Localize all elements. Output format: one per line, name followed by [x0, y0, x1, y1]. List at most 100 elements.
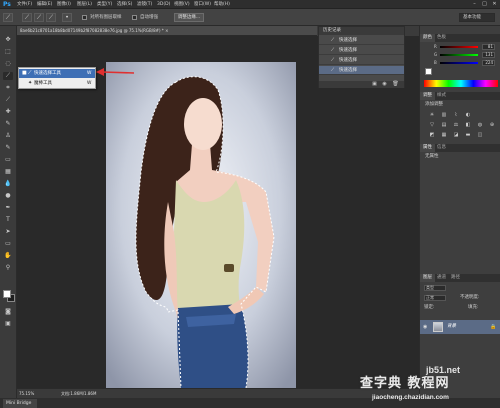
type-tool-icon[interactable]: T — [3, 216, 13, 224]
marquee-tool-icon[interactable]: ⬚ — [3, 48, 13, 56]
snapshot-icon[interactable]: ◉ — [381, 81, 388, 88]
zoom-tool-icon[interactable]: ⚲ — [3, 264, 13, 272]
eraser-tool-icon[interactable]: ▭ — [3, 156, 13, 164]
lasso-tool-icon[interactable]: ◌ — [3, 60, 13, 68]
current-color-swatch[interactable] — [425, 68, 432, 75]
slider-green[interactable]: G 131 — [434, 52, 500, 58]
new-document-from-state-icon[interactable]: ▣ — [371, 81, 378, 88]
selective-color-icon[interactable]: ◫ — [476, 132, 484, 139]
hand-tool-icon[interactable]: ✋ — [3, 252, 13, 260]
slider-track[interactable] — [440, 46, 478, 48]
screen-mode-icon[interactable]: ▣ — [3, 320, 13, 328]
tab-styles[interactable]: 样式 — [434, 92, 449, 100]
new-selection-brush-icon[interactable]: ⟋ — [22, 13, 32, 22]
tab-properties[interactable]: 属性 — [420, 144, 435, 152]
slider-track[interactable] — [440, 62, 478, 64]
layer-row-background[interactable]: ◉ 背景 🔒 — [420, 320, 500, 334]
dodge-tool-icon[interactable]: ● — [3, 192, 13, 200]
auto-enhance-checkbox[interactable] — [132, 15, 137, 20]
history-item[interactable]: ⟋ 快速选择 — [319, 36, 404, 45]
menu-layer[interactable]: 图层(L) — [77, 1, 92, 8]
exposure-icon[interactable]: ◐ — [464, 112, 472, 119]
workspace-select[interactable]: 基本功能 — [459, 13, 495, 22]
trash-icon[interactable]: 🗑 — [392, 81, 399, 88]
brush-picker-icon[interactable]: • — [62, 13, 72, 22]
mini-bridge-tab[interactable]: Mini Bridge — [3, 399, 37, 408]
photo-filter-icon[interactable]: ◍ — [476, 122, 484, 129]
slider-blue[interactable]: B 224 — [434, 60, 500, 66]
healing-brush-tool-icon[interactable]: ✚ — [3, 108, 13, 116]
history-brush-tool-icon[interactable]: ✎ — [3, 144, 13, 152]
menu-select[interactable]: 选择(S) — [117, 1, 132, 8]
pen-tool-icon[interactable]: ✒ — [3, 204, 13, 212]
tab-color[interactable]: 颜色 — [420, 34, 435, 42]
menu-edit[interactable]: 编辑(E) — [37, 1, 52, 8]
quick-selection-tool-icon[interactable]: ⟋ — [3, 72, 13, 80]
menu-file[interactable]: 文件(F) — [17, 1, 32, 8]
menu-view[interactable]: 视图(V) — [174, 1, 190, 8]
curves-icon[interactable]: ⌇ — [452, 112, 460, 119]
invert-icon[interactable]: ◩ — [428, 132, 436, 139]
quick-selection-tool-icon[interactable]: ⟋ — [3, 13, 13, 22]
red-value[interactable]: 81 — [482, 44, 495, 50]
sample-all-layers-checkbox[interactable] — [82, 15, 87, 20]
close-button[interactable]: ✕ — [490, 1, 499, 8]
brush-tool-icon[interactable]: ✎ — [3, 120, 13, 128]
history-item-active[interactable]: ⟋ 快速选择 — [319, 66, 404, 75]
zoom-level[interactable]: 75.15% — [19, 391, 34, 397]
document-info[interactable]: 文档:1.86M/1.86M — [61, 391, 96, 397]
shape-tool-icon[interactable]: ▭ — [3, 240, 13, 248]
channel-mixer-icon[interactable]: ⊕ — [488, 122, 496, 129]
vibrance-icon[interactable]: ▽ — [428, 122, 436, 129]
history-item[interactable]: ⟋ 快速选择 — [319, 46, 404, 55]
foreground-color-swatch[interactable] — [3, 290, 11, 298]
gradient-tool-icon[interactable]: ▦ — [3, 168, 13, 176]
menu-image[interactable]: 图像(I) — [57, 1, 71, 8]
slider-track[interactable] — [440, 54, 478, 56]
refine-edge-button[interactable]: 调整边缘... — [174, 13, 204, 22]
maximize-button[interactable]: □ — [480, 1, 489, 8]
fill-label: 填充: — [468, 305, 479, 310]
tab-info[interactable]: 信息 — [434, 144, 449, 152]
color-spectrum-bar[interactable] — [424, 80, 498, 87]
add-to-selection-brush-icon[interactable]: ⟋ — [34, 13, 44, 22]
move-tool-icon[interactable]: ✥ — [3, 36, 13, 44]
levels-icon[interactable]: ▥ — [440, 112, 448, 119]
path-selection-tool-icon[interactable]: ➤ — [3, 228, 13, 236]
threshold-icon[interactable]: ◪ — [452, 132, 460, 139]
menu-filter[interactable]: 滤镜(T) — [137, 1, 152, 8]
tab-adjustments[interactable]: 调整 — [420, 92, 435, 100]
crop-tool-icon[interactable]: ⌗ — [3, 84, 13, 92]
hue-saturation-icon[interactable]: ▤ — [440, 122, 448, 129]
blur-tool-icon[interactable]: 💧 — [3, 180, 13, 188]
layer-filter-kind[interactable]: 类型 — [424, 285, 446, 291]
brightness-icon[interactable]: ☀ — [428, 112, 436, 119]
tab-paths[interactable]: 路径 — [448, 274, 463, 282]
blue-value[interactable]: 224 — [482, 60, 495, 66]
gradient-map-icon[interactable]: ▬ — [464, 132, 472, 139]
menu-window[interactable]: 窗口(W) — [194, 1, 211, 8]
tab-layers[interactable]: 图层 — [420, 274, 435, 282]
color-balance-icon[interactable]: ⚖ — [452, 122, 460, 129]
posterize-icon[interactable]: ▦ — [440, 132, 448, 139]
black-white-icon[interactable]: ◧ — [464, 122, 472, 129]
menu-item-quick-selection-tool[interactable]: ■ ⟋ 快速选择工具 W — [19, 69, 95, 78]
menu-type[interactable]: 类型(Y) — [97, 1, 112, 8]
green-value[interactable]: 131 — [482, 52, 495, 58]
eye-icon[interactable]: ◉ — [423, 324, 429, 330]
tab-channels[interactable]: 通道 — [434, 274, 449, 282]
tab-swatches[interactable]: 色板 — [434, 34, 449, 42]
eyedropper-tool-icon[interactable]: ⟋ — [3, 96, 13, 104]
minimize-button[interactable]: – — [470, 1, 479, 8]
quick-mask-icon[interactable]: ◙ — [3, 308, 13, 316]
document-photo[interactable] — [106, 62, 296, 388]
menu-item-magic-wand-tool[interactable]: ✦ 魔棒工具 W — [19, 79, 95, 88]
document-tab[interactable]: 8ae6b21c8701a18b8bd07149b2f87082838e76.j… — [17, 26, 317, 36]
blend-mode-select[interactable]: 正常 — [424, 295, 446, 301]
subtract-from-selection-brush-icon[interactable]: ⟋ — [46, 13, 56, 22]
clone-stamp-tool-icon[interactable]: ♙ — [3, 132, 13, 140]
menu-help[interactable]: 帮助(H) — [214, 1, 230, 8]
menu-3d[interactable]: 3D(D) — [157, 1, 170, 8]
history-item[interactable]: ⟋ 快速选择 — [319, 56, 404, 65]
slider-red[interactable]: R 81 — [434, 44, 500, 50]
